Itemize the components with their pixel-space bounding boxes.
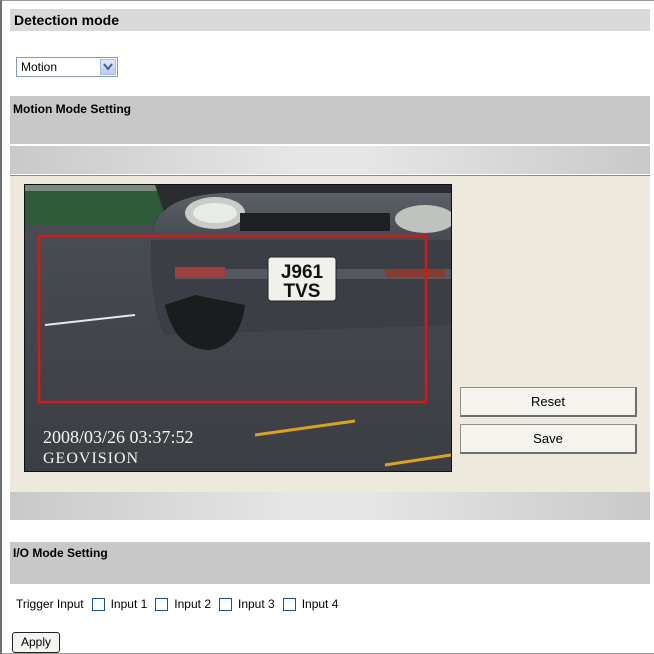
- io-mode-title: I/O Mode Setting: [13, 546, 108, 560]
- video-brand: GEOVISION: [43, 450, 139, 467]
- reset-button[interactable]: Reset: [460, 387, 637, 417]
- page-frame: Detection mode Motion Motion Mode Settin…: [0, 0, 654, 654]
- input-3-checkbox[interactable]: [219, 597, 232, 611]
- plate-line-2: TVS: [284, 281, 321, 302]
- input-1-label: Input 1: [110, 597, 148, 611]
- input-2-checkbox[interactable]: [155, 597, 169, 611]
- plate-line-1: J961: [281, 262, 324, 283]
- detection-mode-header: Detection mode: [10, 9, 650, 31]
- apply-button[interactable]: Apply: [12, 632, 60, 653]
- detection-mode-value: Motion: [21, 60, 58, 74]
- save-button[interactable]: Save: [460, 424, 637, 454]
- camera-frame-image: J961 TVS 2008/03/26 03:37:52 GEOVISION: [25, 185, 451, 471]
- input-1-checkbox[interactable]: [91, 597, 105, 611]
- camera-preview[interactable]: J961 TVS 2008/03/26 03:37:52 GEOVISION: [24, 184, 452, 472]
- motion-mode-header: Motion Mode Setting: [10, 96, 650, 144]
- section-divider-top: [10, 146, 650, 174]
- detection-mode-title: Detection mode: [14, 12, 120, 28]
- input-3-label: Input 3: [238, 597, 275, 611]
- trigger-input-row: Trigger Input Input 1 Input 2 Input 3 In…: [16, 594, 338, 614]
- motion-mode-title: Motion Mode Setting: [13, 102, 131, 116]
- input-4-label: Input 4: [301, 597, 339, 611]
- io-mode-header: I/O Mode Setting: [10, 542, 650, 584]
- input-2-label: Input 2: [174, 597, 211, 611]
- trigger-input-label: Trigger Input: [16, 597, 84, 611]
- video-timestamp: 2008/03/26 03:37:52: [43, 427, 194, 447]
- motion-settings-panel: J961 TVS 2008/03/26 03:37:52 GEOVISION R…: [10, 175, 650, 493]
- section-divider-bottom: [10, 492, 650, 520]
- input-4-checkbox[interactable]: [282, 597, 296, 611]
- detection-mode-select[interactable]: Motion: [16, 57, 118, 77]
- chevron-down-icon[interactable]: [100, 59, 116, 75]
